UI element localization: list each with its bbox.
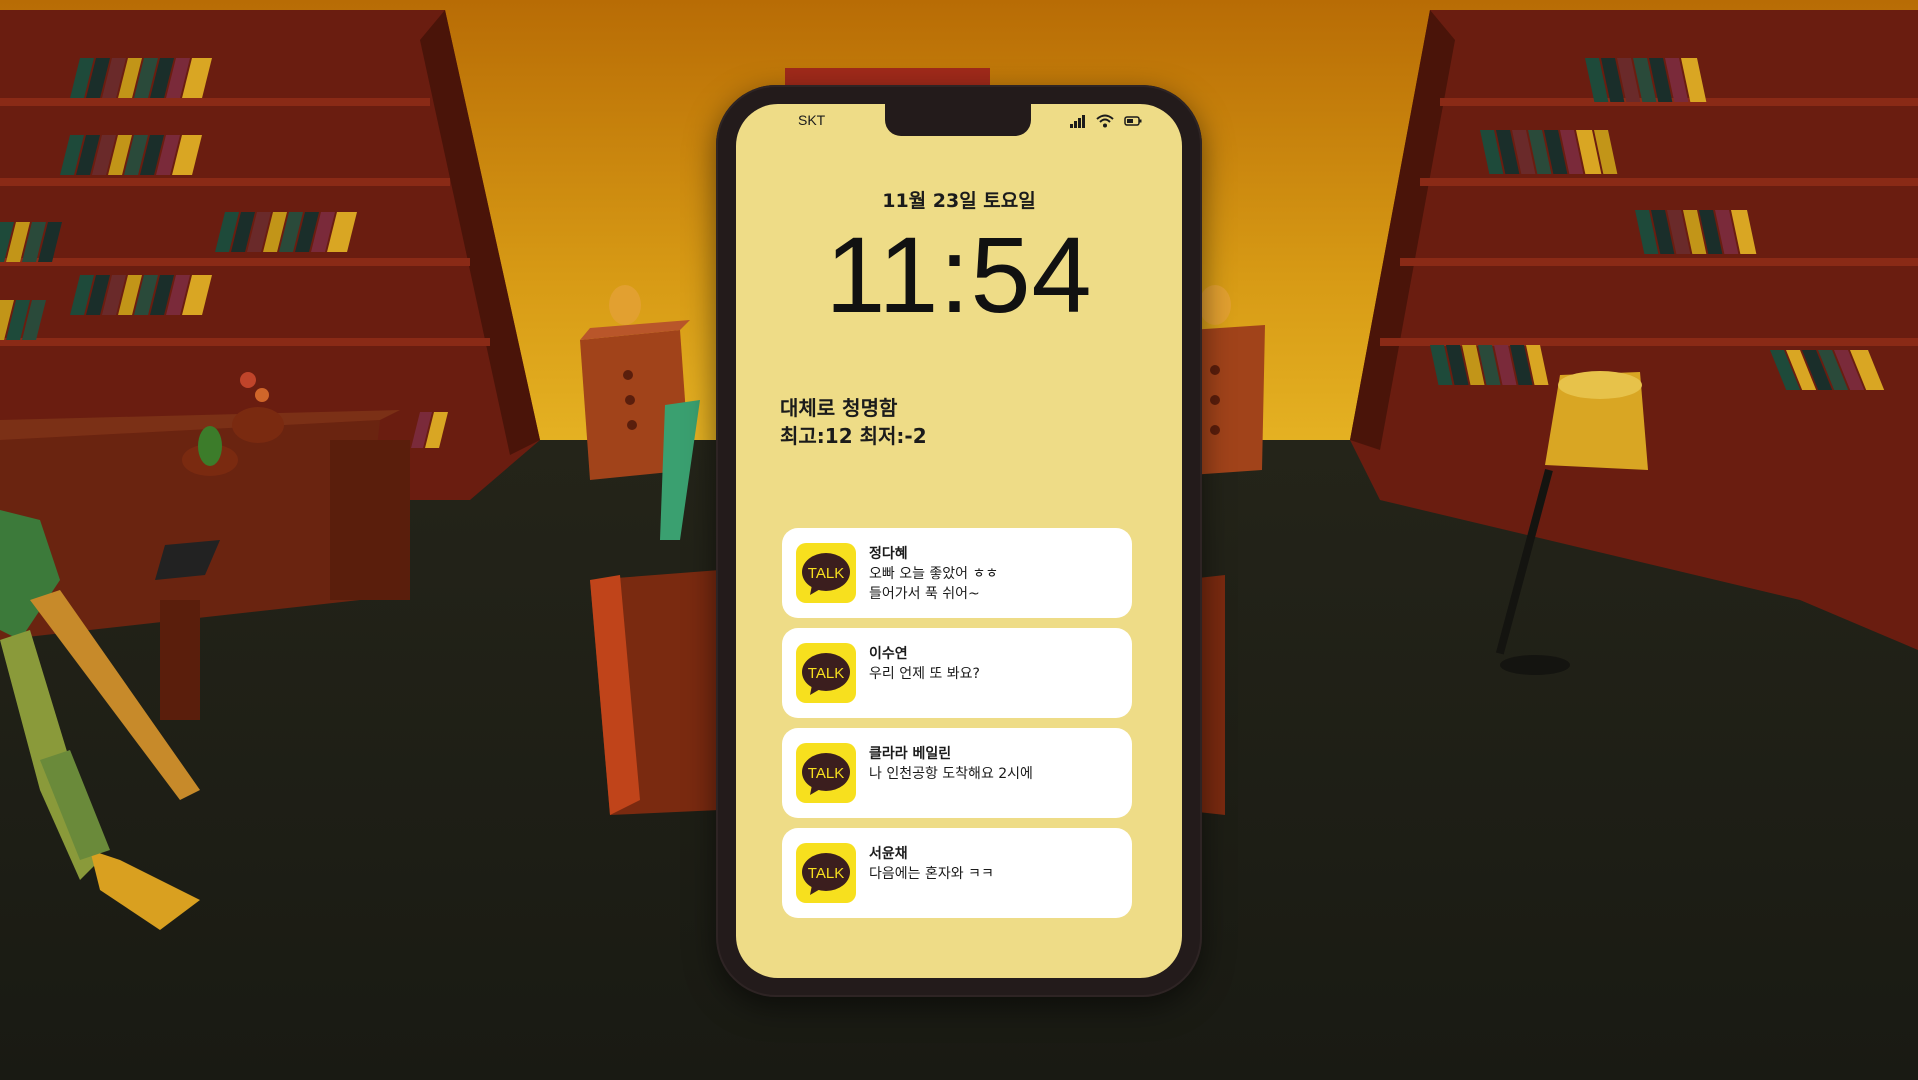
signal-icon (1070, 115, 1085, 128)
svg-text:TALK: TALK (808, 865, 844, 882)
notification-sender: 서윤채 (869, 846, 908, 862)
notification-sender: 정다혜 (869, 546, 908, 562)
notification-sender: 이수연 (869, 646, 908, 662)
notification-content: 정다혜 오빠 오늘 좋았어 ㅎㅎ 들어가서 푹 쉬어~ (869, 544, 998, 604)
notification-sender: 클라라 베일린 (869, 746, 952, 762)
battery-icon (1124, 116, 1142, 126)
weather-widget: 대체로 청명함 최고:12 최저:-2 (780, 394, 927, 450)
svg-text:TALK: TALK (808, 565, 844, 582)
wifi-icon (1096, 114, 1114, 128)
kakaotalk-icon: TALK (796, 743, 856, 803)
kakaotalk-icon: TALK (796, 843, 856, 903)
notification-content: 클라라 베일린 나 인천공항 도착해요 2시에 (869, 744, 1033, 784)
lock-screen-clock: 11:54 (825, 214, 1093, 335)
notification-card[interactable]: TALK 클라라 베일린 나 인천공항 도착해요 2시에 (782, 728, 1132, 818)
notification-message: 오빠 오늘 좋았어 ㅎㅎ (869, 566, 999, 582)
notification-message: 다음에는 혼자와 ㅋㅋ (869, 866, 994, 882)
lock-screen-date: 11월 23일 토요일 (882, 190, 1036, 212)
notification-message: 나 인천공항 도착해요 2시에 (869, 766, 1033, 782)
notification-content: 서윤채 다음에는 혼자와 ㅋㅋ (869, 844, 994, 884)
phone-lock-screen: SKT 11월 23일 토요일 11:54 대체로 청명함 최고:12 최저:-… (736, 104, 1182, 978)
carrier-label: SKT (798, 112, 826, 128)
notification-card[interactable]: TALK 이수연 우리 언제 또 봐요? (782, 628, 1132, 718)
svg-text:TALK: TALK (808, 765, 844, 782)
kakaotalk-icon: TALK (796, 543, 856, 603)
status-bar-icons (1070, 114, 1142, 128)
kakaotalk-icon: TALK (796, 643, 856, 703)
notification-content: 이수연 우리 언제 또 봐요? (869, 644, 980, 684)
weather-condition: 대체로 청명함 (780, 396, 898, 420)
svg-text:TALK: TALK (808, 665, 844, 682)
notification-message: 우리 언제 또 봐요? (869, 666, 980, 682)
weather-temps: 최고:12 최저:-2 (780, 424, 927, 448)
phone-notch (885, 104, 1031, 136)
notification-card[interactable]: TALK 서윤채 다음에는 혼자와 ㅋㅋ (782, 828, 1132, 918)
notification-card[interactable]: TALK 정다혜 오빠 오늘 좋았어 ㅎㅎ 들어가서 푹 쉬어~ (782, 528, 1132, 618)
notification-message: 들어가서 푹 쉬어~ (869, 586, 980, 602)
